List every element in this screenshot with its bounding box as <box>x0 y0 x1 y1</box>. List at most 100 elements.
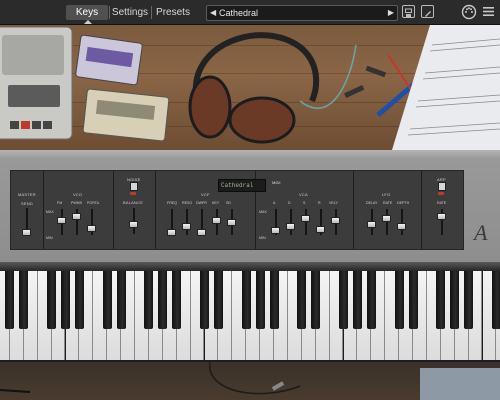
vca-label-vely: VELY <box>329 201 338 205</box>
vca-label-r: R <box>318 201 321 205</box>
vco-porta-slider[interactable] <box>87 225 96 232</box>
cassette-recorder-image <box>0 26 73 140</box>
black-key[interactable] <box>102 271 112 329</box>
preset-next-icon[interactable]: ▶ <box>388 6 394 20</box>
noise-switch[interactable] <box>130 182 138 191</box>
min-label: MIN <box>259 236 266 240</box>
vcf-freq-slider[interactable] <box>167 229 176 236</box>
cassette-tape-image <box>75 34 170 142</box>
max-label: MAX <box>46 210 54 214</box>
vcf-reso-slider[interactable] <box>182 223 191 230</box>
vca-attack-slider[interactable] <box>271 227 280 234</box>
lfo-rate-slider[interactable] <box>382 215 391 222</box>
lfo-label-delay: DELAY <box>366 201 378 205</box>
vca-label-s: S <box>303 201 306 205</box>
section-arp: ARP RATE <box>421 171 463 249</box>
edit-icon[interactable] <box>421 5 434 18</box>
vcf-label-reso: RESO <box>182 201 193 205</box>
black-key[interactable] <box>158 271 168 329</box>
master-send-slider[interactable] <box>22 229 31 236</box>
black-key[interactable] <box>61 271 70 329</box>
balance-label: BALANCE <box>123 200 144 205</box>
black-key[interactable] <box>366 271 376 329</box>
black-key[interactable] <box>200 271 209 329</box>
preset-name[interactable]: Cathedral <box>219 6 258 20</box>
tab-settings[interactable]: Settings <box>110 5 150 20</box>
vca-decay-slider[interactable] <box>286 223 295 230</box>
tab-presets[interactable]: Presets <box>152 5 194 20</box>
vca-velocity-slider[interactable] <box>331 217 340 224</box>
vcf-sd-slider[interactable] <box>227 219 236 226</box>
preset-display-text: Cathedral <box>221 182 254 189</box>
black-key[interactable] <box>311 271 321 329</box>
midi-icon[interactable] <box>461 4 477 20</box>
lfo-depth-slider[interactable] <box>397 223 406 230</box>
black-key[interactable] <box>74 271 84 329</box>
vca-label-a: A <box>273 201 276 205</box>
black-key[interactable] <box>213 271 223 329</box>
save-icon[interactable] <box>402 5 415 18</box>
arp-switch[interactable] <box>438 182 446 191</box>
desk-background-image <box>0 25 500 150</box>
synth-top-edge <box>0 150 500 158</box>
lfo-delay-slider[interactable] <box>367 221 376 228</box>
preset-selector[interactable]: ◀ Cathedral ▶ <box>206 5 398 21</box>
section-header-vco: VCO <box>73 192 83 197</box>
master-send-label: SEND <box>21 201 33 206</box>
arp-rate-slider[interactable] <box>437 213 446 220</box>
preset-prev-icon[interactable]: ◀ <box>210 6 216 20</box>
vcf-label-sd: SD <box>226 201 231 205</box>
vca-label-d: D <box>288 201 291 205</box>
vco-pwms-slider[interactable] <box>72 213 81 220</box>
vcf-label-freq: FREQ <box>167 201 177 205</box>
min-label: MIN <box>46 236 53 240</box>
black-key[interactable] <box>172 271 182 329</box>
preset-display: Cathedral <box>218 179 266 192</box>
vcf-dwpr-slider[interactable] <box>197 229 206 236</box>
top-toolbar: Keys Settings Presets ◀ Cathedral ▶ <box>0 0 500 25</box>
section-header-vca: VCA <box>299 192 308 197</box>
black-key[interactable] <box>5 271 15 329</box>
vco-label-porta: PORTA <box>87 201 100 205</box>
keyboard-strip <box>0 262 500 271</box>
balance-slider[interactable] <box>129 221 138 228</box>
black-key[interactable] <box>116 271 126 329</box>
vcf-label-dwpr: DWPR <box>196 201 207 205</box>
black-key[interactable] <box>144 271 154 329</box>
section-lfo: LFO DELAY RATE DEPTH <box>353 171 422 249</box>
display-badge: MIDI <box>272 180 281 185</box>
black-key[interactable] <box>241 271 251 329</box>
section-header-master: MASTER <box>18 192 36 197</box>
section-master: MASTER SEND <box>11 171 44 249</box>
arp-label-rate: RATE <box>437 201 447 205</box>
section-vca: VCA A D S R VELY MAX MIN <box>255 171 354 249</box>
vca-sustain-slider[interactable] <box>301 215 310 222</box>
black-key[interactable] <box>464 271 474 329</box>
vco-label-fm: FM <box>57 201 63 205</box>
black-key[interactable] <box>269 271 279 329</box>
active-tab-indicator-icon <box>84 20 92 24</box>
section-vco: VCO FM PWMS PORTA MAX MIN <box>43 171 114 249</box>
menu-icon[interactable] <box>483 6 494 17</box>
section-header-vcf: VCF <box>201 192 210 197</box>
black-key[interactable] <box>47 271 57 329</box>
brand-logo: A <box>474 220 488 245</box>
black-key[interactable] <box>491 271 500 329</box>
black-key[interactable] <box>19 271 29 329</box>
vcf-key-slider[interactable] <box>212 217 221 224</box>
black-key[interactable] <box>255 271 265 329</box>
black-key[interactable] <box>450 271 460 329</box>
headphones-image <box>188 32 357 144</box>
black-key[interactable] <box>352 271 362 329</box>
vca-release-slider[interactable] <box>316 226 325 233</box>
lfo-label-depth: DEPTH <box>397 201 410 205</box>
black-key[interactable] <box>436 271 446 329</box>
black-key[interactable] <box>408 271 418 329</box>
vco-fm-slider[interactable] <box>57 217 66 224</box>
black-key[interactable] <box>297 271 307 329</box>
cable-image <box>0 362 301 395</box>
black-key[interactable] <box>339 271 348 329</box>
tab-keys[interactable]: Keys <box>66 5 108 20</box>
black-key[interactable] <box>394 271 404 329</box>
arp-led <box>438 192 444 195</box>
